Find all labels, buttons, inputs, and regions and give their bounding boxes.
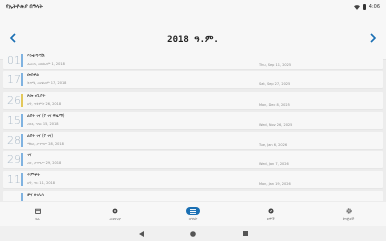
row-color-bar (21, 94, 23, 107)
holiday-list[interactable]: 01 እንቁጣጣሽ ሐሙስ, መስከረም 1, 2018 Thu, Sep 11… (3, 52, 383, 201)
row-ethiopian-date: ቅዳሜ, መስከረም 17, 2018 (27, 81, 67, 85)
row-holiday-name: ልደት ገና (የ ገና ዋዜማ) (27, 114, 65, 119)
gear-icon (345, 208, 352, 214)
nav-label: ቅንጅቶች (342, 217, 355, 221)
nav-settings[interactable]: ቅንጅቶች (317, 202, 380, 226)
calendar-icon (34, 208, 41, 214)
row-day: 15 (7, 114, 21, 127)
row-day: 28 (7, 134, 21, 147)
month-title: 2018 ዓ.ም. (167, 35, 219, 45)
row-ethiopian-date: ሰኞ, ጥቅምት 26, 2018 (27, 102, 62, 106)
status-time: 4:06 (368, 4, 380, 10)
row-color-bar (21, 193, 23, 201)
row-color-bar (21, 173, 23, 186)
holiday-row[interactable]: 17 መስቀል ቅዳሜ, መስከረም 17, 2018 Sat, Sep 27,… (3, 71, 383, 88)
row-color-bar (21, 114, 23, 127)
row-holiday-name: ቃና ዘገሊላ (27, 193, 44, 198)
holiday-row[interactable]: 26 ጾመ ነቢያት ሰኞ, ጥቅምት 26, 2018 Mon, Dec 8,… (3, 92, 383, 109)
next-month-button[interactable] (367, 31, 379, 45)
row-ethiopian-date: ረቡ, ታኅሣሥ 29, 2018 (27, 161, 62, 165)
app-title: የኢትዮጵያ በዓላት (6, 3, 43, 10)
holiday-row[interactable]: 15 ልደት ገና (የ ገና ዋዜማ) ረቡዕ, ኅዳር 15, 2018 W… (3, 112, 383, 129)
chevron-right-icon (370, 33, 376, 43)
home-button[interactable] (190, 230, 196, 237)
back-button[interactable] (138, 230, 144, 237)
nav-label: ጾሞች (266, 217, 275, 221)
battery-icon (362, 4, 366, 10)
row-ethiopian-date: ሰኞ, ጥር 11, 2018 (27, 181, 56, 185)
row-color-bar (21, 73, 23, 86)
nav-icon-wrap (108, 207, 122, 215)
holiday-row[interactable]: 11 ጥምቀት ሰኞ, ጥር 11, 2018 Mon, Jan 19, 202… (3, 171, 383, 188)
row-ethiopian-date: ረቡዕ, ኅዳር 15, 2018 (27, 122, 59, 126)
row-holiday-name: መስቀል (27, 73, 40, 78)
row-holiday-name: ገና (27, 153, 32, 158)
row-gregorian-date: Mon, Dec 8, 2025 (259, 103, 290, 107)
home-circle-icon (190, 230, 196, 237)
row-gregorian-date: Wed, Nov 26, 2025 (259, 123, 293, 127)
holiday-row[interactable]: 28 ልደት ገና (የ ገና) ማክሰ, ታኅሣሥ 28, 2018 Tue,… (3, 132, 383, 149)
nav-label: ዛሬ (35, 217, 40, 221)
holiday-row[interactable]: 01 እንቁጣጣሽ ሐሙስ, መስከረም 1, 2018 Thu, Sep 11… (3, 52, 383, 69)
holiday-row[interactable]: 29 ገና ረቡ, ታኅሣሥ 29, 2018 Wed, Jan 7, 2026 (3, 151, 383, 168)
row-day: 29 (7, 153, 21, 166)
recents-button[interactable] (242, 231, 248, 237)
wifi-icon (353, 4, 360, 10)
row-gregorian-date: Tue, Jan 6, 2026 (259, 143, 288, 147)
status-bar: የኢትዮጵያ በዓላት 4:06 (0, 0, 386, 14)
nav-icon-wrap (342, 207, 356, 215)
row-ethiopian-date: ማክሰ, ታኅሣሥ 28, 2018 (27, 142, 64, 146)
nav-converter[interactable]: መቀየሪያ (84, 202, 147, 226)
nav-holidays[interactable]: በዓላት (162, 202, 225, 226)
row-holiday-name: እንቁጣጣሽ (27, 54, 45, 59)
row-color-bar (21, 54, 23, 67)
nav-icon-wrap (186, 207, 200, 215)
row-day: 26 (7, 94, 21, 107)
holiday-row[interactable]: ቃና ዘገሊላ (3, 191, 383, 201)
row-gregorian-date: Sat, Sep 27, 2025 (259, 82, 291, 86)
system-navigation-bar (0, 226, 386, 241)
row-holiday-name: ጥምቀት (27, 173, 41, 178)
row-day: 01 (7, 54, 21, 67)
nav-icon-wrap (31, 207, 45, 215)
row-ethiopian-date: ሐሙስ, መስከረም 1, 2018 (27, 62, 65, 66)
row-color-bar (21, 153, 23, 166)
nav-fasts[interactable]: ጾሞች (239, 202, 302, 226)
row-gregorian-date: Wed, Jan 7, 2026 (259, 162, 289, 166)
nav-label: በዓላት (188, 217, 198, 221)
row-holiday-name: ጾመ ነቢያት (27, 94, 46, 99)
recents-square-icon (242, 231, 248, 236)
row-gregorian-date: Thu, Sep 11, 2025 (259, 63, 292, 67)
row-day: 11 (7, 173, 21, 186)
nav-today[interactable]: ዛሬ (6, 202, 69, 226)
status-icons: 4:06 (353, 4, 380, 10)
nav-label: መቀየሪያ (109, 217, 121, 221)
convert-icon (112, 208, 118, 214)
list-icon (190, 208, 196, 214)
back-triangle-icon (138, 230, 144, 237)
nav-icon-wrap (264, 207, 278, 215)
compass-icon (268, 208, 274, 214)
row-day: 17 (7, 73, 21, 86)
row-color-bar (21, 134, 23, 147)
bottom-navigation: ዛሬ መቀየሪያ በዓላት ጾሞች ቅንጅቶች (0, 202, 386, 226)
row-gregorian-date: Mon, Jan 19, 2026 (259, 182, 291, 186)
row-holiday-name: ልደት ገና (የ ገና) (27, 134, 53, 139)
